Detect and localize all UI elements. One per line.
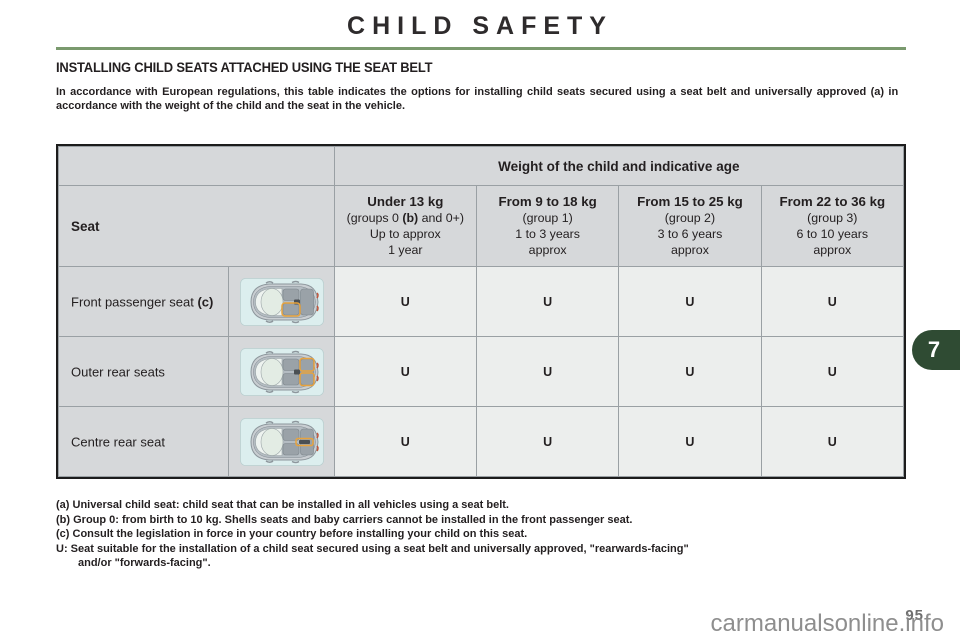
row-0-value-0: U: [333, 266, 477, 337]
col-1-group: (group 1): [522, 211, 573, 225]
row-1-value-3: U: [760, 336, 905, 407]
footnote-u-line2: and/or "forwards-facing".: [78, 557, 211, 569]
col-3-group: (group 3): [807, 211, 858, 225]
col-3-age-line1: 6 to 10 years: [796, 227, 869, 241]
footnote-u: U: Seat suitable for the installation of…: [56, 542, 914, 571]
title-divider-rule: [56, 47, 906, 50]
chapter-tab-7[interactable]: 7: [912, 330, 960, 370]
col-0-group: (groups 0 (b) and 0+): [346, 211, 464, 225]
row-1-label-cell: Outer rear seats: [57, 336, 230, 407]
table-header-weight-age: Weight of the child and indicative age: [333, 146, 905, 186]
table-header-row-top: Weight of the child and indicative age: [58, 146, 905, 186]
row-2-label: Centre rear seat: [71, 434, 165, 449]
car-topview-outer-rear-icon: [228, 336, 335, 407]
row-0-value-1: U: [475, 266, 620, 337]
col-3-weight: From 22 to 36 kg: [779, 194, 886, 209]
row-1-value-0: U: [333, 336, 477, 407]
col-1-weight: From 9 to 18 kg: [498, 194, 597, 209]
col-1-age-line1: 1 to 3 years: [515, 227, 580, 241]
section-heading: INSTALLING CHILD SEATS ATTACHED USING TH…: [56, 60, 433, 75]
col-2-age-line1: 3 to 6 years: [657, 227, 723, 241]
row-2-value-0: U: [333, 406, 477, 477]
row-0-label-note: (c): [197, 294, 214, 309]
col-3-age-line2: approx: [813, 243, 852, 257]
section-intro-paragraph: In accordance with European regulations,…: [56, 86, 899, 112]
row-2-label-cell: Centre rear seat: [57, 406, 230, 477]
col-2-weight: From 15 to 25 kg: [637, 194, 743, 209]
table-header-col-0: Under 13 kg (groups 0 (b) and 0+) Up to …: [333, 185, 477, 267]
row-1-value-2: U: [618, 336, 762, 407]
table-header-col-1: From 9 to 18 kg (group 1) 1 to 3 years a…: [475, 185, 620, 267]
row-0-label-cell: Front passenger seat (c): [57, 266, 230, 337]
footnote-c: (c) Consult the legislation in force in …: [56, 528, 528, 540]
child-seat-compatibility-table: Weight of the child and indicative age S…: [56, 144, 906, 479]
col-1-age-line2: approx: [528, 243, 567, 257]
col-2-group: (group 2): [664, 211, 716, 225]
page-title: CHILD SAFETY: [347, 12, 613, 40]
row-0-label: Front passenger seat: [71, 294, 198, 309]
table-header-seat: Seat: [58, 185, 335, 267]
table-row: Front passenger seat (c) U U U U: [57, 266, 905, 337]
row-0-value-3: U: [760, 266, 905, 337]
row-2-value-1: U: [475, 406, 620, 477]
row-1-value-1: U: [475, 336, 620, 407]
table-header-row-columns: Seat Under 13 kg (groups 0 (b) and 0+) U…: [58, 185, 905, 267]
row-0-value-2: U: [618, 266, 762, 337]
footnote-a: (a) Universal child seat: child seat tha…: [56, 499, 509, 511]
footnote-b: (b) Group 0: from birth to 10 kg. Shells…: [56, 513, 633, 526]
col-2-age-line2: approx: [671, 243, 709, 257]
car-topview-front-passenger-icon: [228, 266, 335, 337]
car-topview-centre-rear-icon: [228, 406, 335, 477]
table-header-col-3: From 22 to 36 kg (group 3) 6 to 10 years…: [760, 185, 905, 267]
col-0-age-line1: Up to approx: [369, 227, 441, 241]
col-0-age-line2: 1 year: [388, 243, 423, 257]
footnote-u-line1: U: Seat suitable for the installation of…: [56, 542, 689, 555]
site-watermark: carmanualsonline.info: [710, 610, 944, 637]
table-header-col-2: From 15 to 25 kg (group 2) 3 to 6 years …: [618, 185, 762, 267]
row-1-label: Outer rear seats: [71, 364, 165, 379]
table-row: Outer rear seats U U U U: [57, 336, 905, 407]
table-row: Centre rear seat U U U U: [57, 406, 905, 477]
table-header-blank-cell: [58, 146, 335, 186]
footnotes: (a) Universal child seat: child seat tha…: [56, 498, 914, 571]
col-0-weight: Under 13 kg: [367, 194, 444, 209]
row-2-value-2: U: [618, 406, 762, 477]
row-2-value-3: U: [760, 406, 905, 477]
